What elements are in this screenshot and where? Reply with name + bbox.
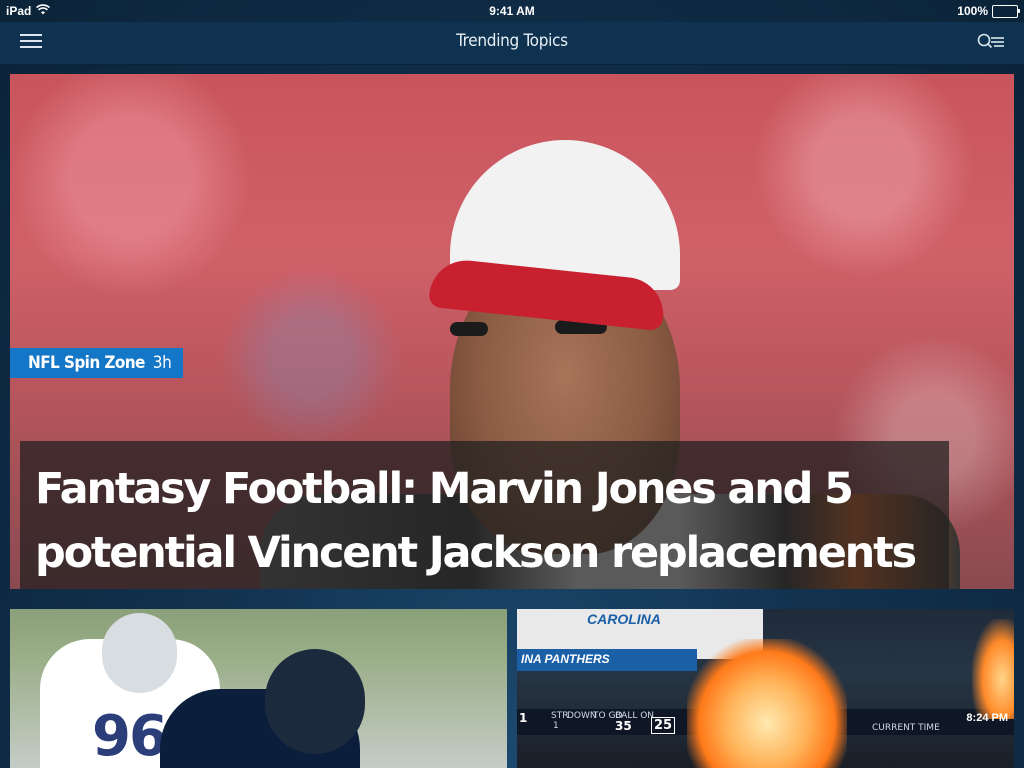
tile-photo-jersey-number: 96 bbox=[92, 704, 168, 768]
tile-photo-pyrotechnics bbox=[687, 639, 847, 768]
hero-source-tag[interactable]: NFL Spin Zone 3h bbox=[10, 348, 184, 378]
hero-headline[interactable]: Fantasy Football: Marvin Jones and 5 pot… bbox=[35, 457, 935, 585]
status-bar: iPad 9:41 AM 100% bbox=[0, 0, 1024, 22]
hero-article-card[interactable]: Fantasy Football: Marvin Jones and 5 pot… bbox=[10, 74, 1014, 589]
scoreboard-playclock: 25 bbox=[651, 717, 676, 734]
battery-icon bbox=[992, 4, 1020, 18]
hero-headline-overlay: Fantasy Football: Marvin Jones and 5 pot… bbox=[20, 441, 949, 589]
scoreboard-str-value: 1 bbox=[553, 721, 559, 731]
page-title: Trending Topics bbox=[456, 31, 568, 51]
scoreboard-str-label: STR bbox=[551, 711, 569, 721]
article-tile-left[interactable]: 96 bbox=[10, 609, 507, 768]
hero-photo-eyeblack-left bbox=[450, 322, 488, 336]
search-list-icon[interactable] bbox=[976, 31, 1006, 53]
hero-article-age: 3h bbox=[152, 353, 172, 373]
article-tile-right[interactable]: CAROLINA INA PANTHERS 1 STR 1 DOWN TO GO… bbox=[517, 609, 1014, 768]
tile-photo-seahawks-helmet bbox=[265, 649, 365, 754]
navigation-bar: Trending Topics bbox=[0, 22, 1024, 65]
battery-percent: 100% bbox=[957, 4, 988, 18]
status-right: 100% bbox=[957, 4, 1020, 18]
tile-photo-helmet bbox=[102, 613, 177, 693]
app-screen: iPad 9:41 AM 100% Trending Topics Fantas… bbox=[0, 0, 1024, 768]
scoreboard-quarter: 1 bbox=[519, 711, 528, 725]
hero-source-name: NFL Spin Zone bbox=[28, 353, 145, 373]
scoreboard-ballon-value: 35 bbox=[615, 719, 632, 733]
tile-photo-carolina-sign: CAROLINA bbox=[587, 611, 661, 627]
scoreboard-time-value: 8:24 PM bbox=[966, 712, 1008, 724]
scoreboard-time-label: CURRENT TIME bbox=[872, 723, 940, 733]
tile-photo-pyrotechnics-right bbox=[972, 619, 1014, 719]
status-time: 9:41 AM bbox=[489, 4, 535, 18]
tile-photo-panthers-text: INA PANTHERS bbox=[521, 652, 610, 666]
